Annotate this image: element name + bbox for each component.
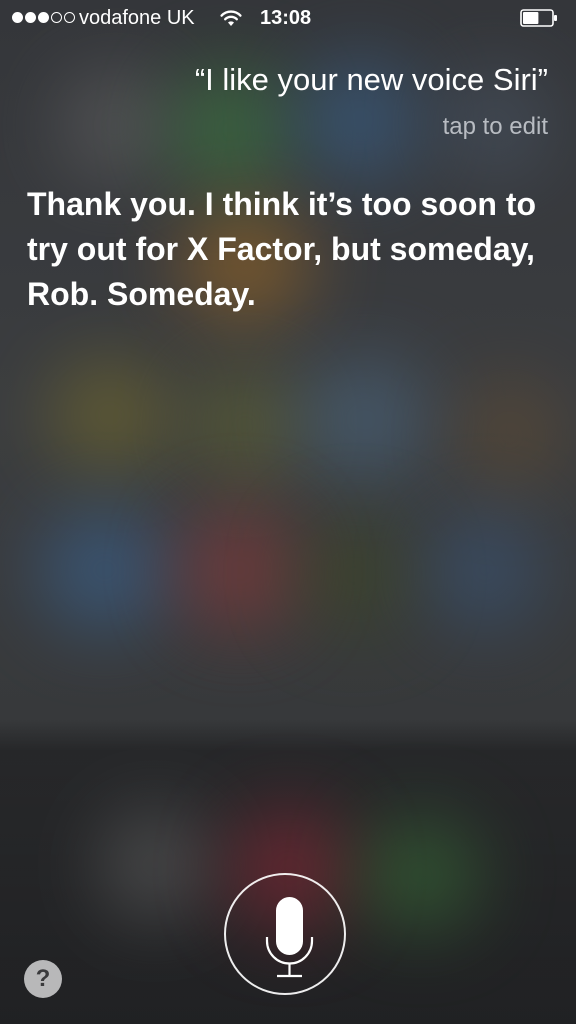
wifi-icon — [220, 10, 242, 26]
blurred-background-app — [300, 520, 410, 630]
microphone-icon — [265, 897, 314, 978]
siri-response-text: Thank you. I think it’s too soon to try … — [27, 186, 537, 312]
signal-dot-filled — [25, 12, 36, 23]
carrier-name: vodafone UK — [79, 7, 195, 29]
blurred-dock-app — [100, 810, 210, 920]
battery-icon — [520, 9, 557, 27]
blurred-background-app — [300, 360, 430, 480]
signal-dot-empty — [64, 12, 75, 23]
signal-dot-filled — [12, 12, 23, 23]
blurred-background-app — [460, 380, 560, 490]
blurred-background-app — [40, 510, 170, 630]
siri-query-text[interactable]: “I like your new voice Siri” — [195, 62, 548, 98]
battery-level-fill — [523, 12, 539, 24]
blurred-background-app — [190, 370, 300, 480]
clock: 13:08 — [260, 7, 312, 29]
blurred-background-app — [430, 510, 540, 630]
microphone-button[interactable] — [224, 873, 346, 995]
signal-strength-icon — [12, 12, 75, 23]
blurred-background-app — [50, 360, 170, 470]
blurred-dock-app — [360, 820, 480, 930]
signal-dot-empty — [51, 12, 62, 23]
tap-to-edit-label[interactable]: tap to edit — [443, 113, 548, 141]
status-bar: vodafone UK 13:08 — [0, 0, 576, 38]
siri-screen: vodafone UK 13:08 “I like your new voice… — [0, 0, 576, 1024]
signal-dot-filled — [38, 12, 49, 23]
help-button[interactable]: ? — [24, 960, 62, 998]
blurred-background-app — [60, 70, 170, 180]
blurred-background-app — [180, 510, 300, 630]
